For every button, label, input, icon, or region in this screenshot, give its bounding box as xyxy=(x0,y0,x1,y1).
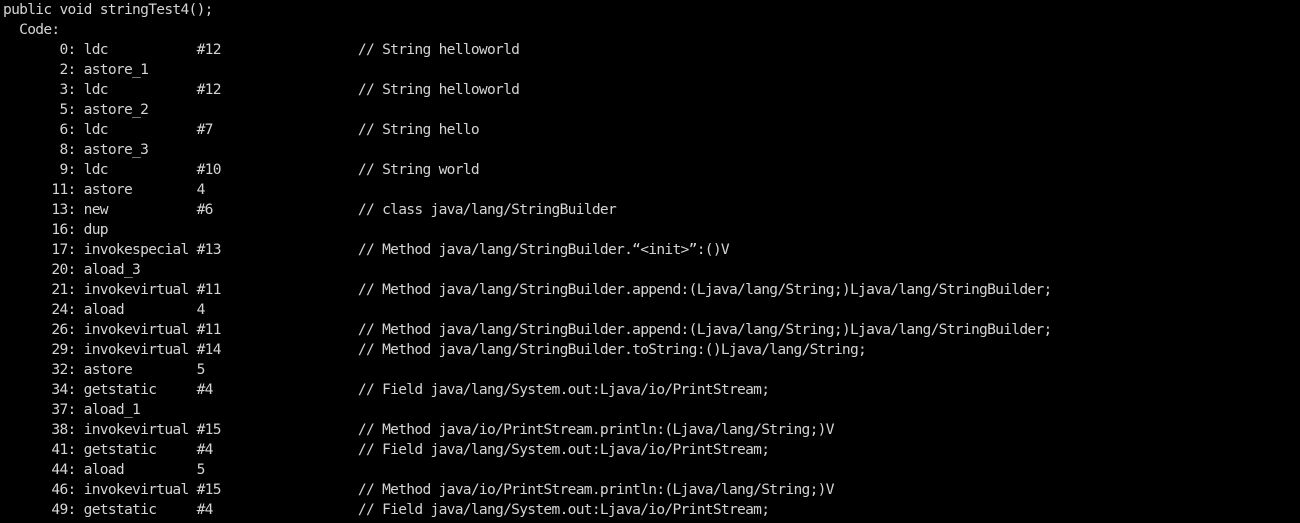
bytecode-instruction-line: 29: invokevirtual #14 // Method java/lan… xyxy=(3,341,867,358)
bytecode-instruction-line: 2: astore_1 xyxy=(3,61,149,78)
bytecode-instruction-line: 0: ldc #12 // String helloworld xyxy=(3,41,520,58)
bytecode-instruction-line: 13: new #6 // class java/lang/StringBuil… xyxy=(3,201,617,218)
bytecode-instruction-line: 38: invokevirtual #15 // Method java/io/… xyxy=(3,421,834,438)
bytecode-instruction-line: 9: ldc #10 // String world xyxy=(3,161,479,178)
method-signature-line: public void stringTest4(); xyxy=(3,1,213,18)
bytecode-instruction-line: 5: astore_2 xyxy=(3,101,149,118)
bytecode-instruction-line: 26: invokevirtual #11 // Method java/lan… xyxy=(3,321,1052,338)
bytecode-instruction-line: 32: astore 5 xyxy=(3,361,205,378)
terminal-output-pane[interactable]: public void stringTest4(); Code: 0: ldc … xyxy=(0,0,1300,523)
bytecode-instruction-line: 16: dup xyxy=(3,221,108,238)
bytecode-instruction-line: 8: astore_3 xyxy=(3,141,149,158)
bytecode-instruction-line: 20: aload_3 xyxy=(3,261,141,278)
code-section-label: Code: xyxy=(3,21,60,38)
bytecode-instruction-line: 49: getstatic #4 // Field java/lang/Syst… xyxy=(3,501,770,518)
bytecode-instruction-line: 17: invokespecial #13 // Method java/lan… xyxy=(3,241,729,258)
bytecode-instruction-line: 46: invokevirtual #15 // Method java/io/… xyxy=(3,481,834,498)
bytecode-instruction-line: 44: aload 5 xyxy=(3,461,205,478)
bytecode-instruction-line: 24: aload 4 xyxy=(3,301,205,318)
bytecode-instruction-line: 3: ldc #12 // String helloworld xyxy=(3,81,520,98)
bytecode-instruction-line: 6: ldc #7 // String hello xyxy=(3,121,479,138)
bytecode-instruction-line: 41: getstatic #4 // Field java/lang/Syst… xyxy=(3,441,770,458)
bytecode-listing: public void stringTest4(); Code: 0: ldc … xyxy=(0,0,1300,520)
bytecode-instruction-line: 21: invokevirtual #11 // Method java/lan… xyxy=(3,281,1052,298)
bytecode-instruction-line: 34: getstatic #4 // Field java/lang/Syst… xyxy=(3,381,770,398)
bytecode-instruction-line: 37: aload_1 xyxy=(3,401,141,418)
bytecode-instruction-line: 11: astore 4 xyxy=(3,181,205,198)
